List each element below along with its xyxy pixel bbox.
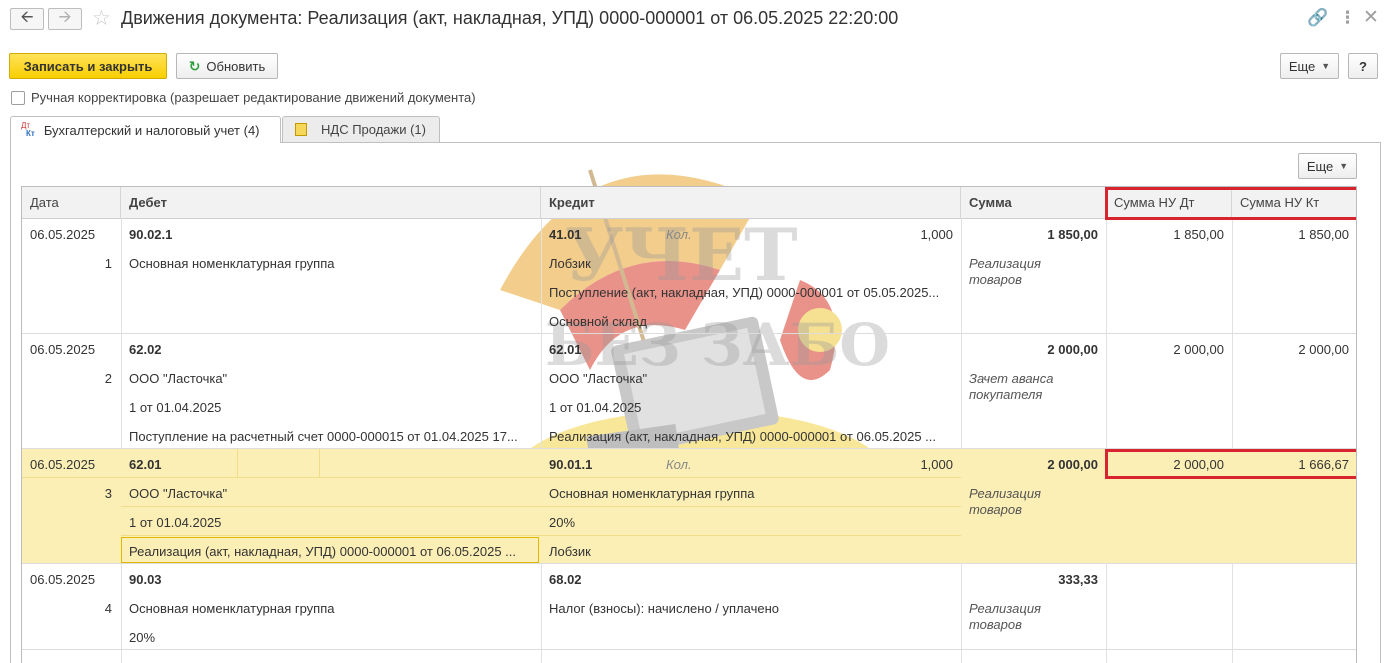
debit-subconto-3: Реализация (акт, накладная, УПД) 0000-00… bbox=[129, 544, 517, 559]
tab-vat-sales[interactable]: НДС Продажи (1) bbox=[282, 116, 440, 142]
panel-more-label: Еще bbox=[1306, 158, 1334, 174]
arrow-right-icon: 🡪 bbox=[58, 8, 72, 26]
debit-subconto-2: 1 от 01.04.2025 bbox=[129, 400, 222, 415]
credit-subconto-3: Реализация (акт, накладная, УПД) 0000-00… bbox=[549, 429, 937, 444]
qty-value: 1,000 bbox=[920, 457, 953, 472]
more-vert-icon[interactable]: ⋮ bbox=[1339, 8, 1356, 28]
cell-divider bbox=[237, 449, 238, 477]
row-content: Реализация товаров bbox=[969, 256, 1041, 287]
credit-account: 41.01 bbox=[549, 227, 582, 242]
debit-subconto-3: Поступление на расчетный счет 0000-00001… bbox=[129, 429, 518, 444]
movements-table: Дата Дебет Кредит Сумма Сумма НУ Дт Сумм… bbox=[21, 186, 1357, 663]
panel-more-button[interactable]: Еще ▼ bbox=[1298, 153, 1357, 179]
credit-account: 62.01 bbox=[549, 342, 582, 357]
row-date: 06.05.2025 bbox=[30, 342, 96, 357]
credit-account: 90.01.1 bbox=[549, 457, 593, 472]
tab-accounting[interactable]: Дт Кт Бухгалтерский и налоговый учет (4) bbox=[10, 116, 281, 143]
credit-subconto-2: 1 от 01.04.2025 bbox=[549, 400, 642, 415]
row-nu-kt: 1 850,00 bbox=[1298, 227, 1349, 242]
debit-account: 90.03 bbox=[129, 572, 162, 587]
row-date: 06.05.2025 bbox=[30, 457, 96, 472]
col-debit[interactable]: Дебет bbox=[121, 187, 541, 219]
window-title: Движения документа: Реализация (акт, нак… bbox=[121, 8, 899, 28]
row-sum: 333,33 bbox=[1058, 572, 1098, 587]
row-date: 06.05.2025 bbox=[30, 572, 96, 587]
debit-subconto-1: Основная номенклатурная группа bbox=[129, 256, 335, 271]
table-row[interactable]: 06.05.2025 2 62.02 ООО "Ласточка" 1 от 0… bbox=[22, 334, 1356, 449]
credit-subconto-1: Лобзик bbox=[549, 256, 591, 271]
row-number: 2 bbox=[104, 371, 112, 386]
credit-subconto-2: 20% bbox=[549, 515, 576, 530]
row-number: 1 bbox=[104, 256, 112, 271]
col-credit[interactable]: Кредит bbox=[541, 187, 961, 219]
row-nu-dt: 1 850,00 bbox=[1173, 227, 1224, 242]
row-number: 4 bbox=[104, 601, 112, 616]
more-button[interactable]: Еще ▼ bbox=[1280, 53, 1339, 79]
col-date[interactable]: Дата bbox=[22, 187, 121, 219]
debit-subconto-1: ООО "Ласточка" bbox=[129, 486, 228, 501]
highlight-nu-values bbox=[1105, 449, 1356, 479]
manual-correction-checkbox[interactable] bbox=[11, 91, 25, 105]
debit-account: 62.02 bbox=[129, 342, 162, 357]
row-content: Реализация товаров bbox=[969, 486, 1041, 517]
row-nu-dt: 2 000,00 bbox=[1173, 342, 1224, 357]
chevron-down-icon: ▼ bbox=[1321, 61, 1331, 71]
debit-account: 62.01 bbox=[129, 457, 162, 472]
save-close-button[interactable]: Записать и закрыть bbox=[9, 53, 167, 79]
credit-subconto-1: Налог (взносы): начислено / уплачено bbox=[549, 601, 779, 616]
row-date: 06.05.2025 bbox=[30, 227, 96, 242]
credit-subconto-1: ООО "Ласточка" bbox=[549, 371, 648, 386]
dt-kt-icon: Дт Кт bbox=[21, 121, 35, 138]
forward-button[interactable]: 🡪 bbox=[48, 8, 82, 30]
debit-subconto-2: 20% bbox=[129, 630, 156, 645]
register-icon bbox=[295, 123, 307, 136]
refresh-label: Обновить bbox=[206, 58, 266, 74]
close-icon[interactable]: ✕ bbox=[1363, 6, 1379, 29]
tab-vat-sales-label: НДС Продажи (1) bbox=[321, 122, 426, 137]
debit-subconto-2: 1 от 01.04.2025 bbox=[129, 515, 222, 530]
qty-label: Кол. bbox=[666, 457, 692, 472]
debit-subconto-1: Основная номенклатурная группа bbox=[129, 601, 335, 616]
credit-subconto-3: Лобзик bbox=[549, 544, 591, 559]
table-row[interactable]: 06.05.2025 4 90.03 Основная номенклатурн… bbox=[22, 564, 1356, 650]
refresh-icon: ↻ bbox=[188, 57, 201, 74]
credit-subconto-3: Основной склад bbox=[549, 314, 647, 329]
credit-account: 68.02 bbox=[549, 572, 582, 587]
refresh-button[interactable]: ↻ Обновить bbox=[176, 53, 278, 79]
chevron-down-icon: ▼ bbox=[1339, 161, 1349, 171]
row-separator bbox=[121, 477, 961, 478]
manual-correction-label: Ручная корректировка (разрешает редактир… bbox=[31, 90, 476, 105]
credit-subconto-2: Поступление (акт, накладная, УПД) 0000-0… bbox=[549, 285, 940, 300]
row-nu-kt: 2 000,00 bbox=[1298, 342, 1349, 357]
highlight-nu-headers bbox=[1105, 187, 1356, 220]
back-button[interactable]: 🡨 bbox=[10, 8, 44, 30]
row-content: Реализация товаров bbox=[969, 601, 1041, 632]
row-separator bbox=[121, 535, 961, 536]
col-sum[interactable]: Сумма bbox=[961, 187, 1106, 219]
arrow-left-icon: 🡨 bbox=[20, 8, 34, 26]
row-separator bbox=[121, 506, 961, 507]
credit-subconto-1: Основная номенклатурная группа bbox=[549, 486, 755, 501]
link-icon[interactable]: 🔗 bbox=[1307, 8, 1328, 28]
qty-value: 1,000 bbox=[920, 227, 953, 242]
row-separator bbox=[22, 477, 121, 478]
row-sum: 1 850,00 bbox=[1047, 227, 1098, 242]
debit-subconto-1: ООО "Ласточка" bbox=[129, 371, 228, 386]
tab-accounting-label: Бухгалтерский и налоговый учет (4) bbox=[43, 122, 260, 138]
debit-account: 90.02.1 bbox=[129, 227, 173, 242]
row-sum: 2 000,00 bbox=[1047, 342, 1098, 357]
qty-label: Кол. bbox=[666, 227, 692, 242]
cell-divider bbox=[319, 449, 320, 477]
row-sum: 2 000,00 bbox=[1047, 457, 1098, 472]
table-row[interactable]: 06.05.2025 1 90.02.1 Основная номенклату… bbox=[22, 219, 1356, 334]
row-number: 3 bbox=[104, 486, 112, 501]
row-content: Зачет аванса покупателя bbox=[969, 371, 1054, 402]
star-icon[interactable]: ☆ bbox=[92, 6, 111, 31]
help-button[interactable]: ? bbox=[1348, 53, 1378, 79]
more-label: Еще bbox=[1288, 58, 1316, 74]
